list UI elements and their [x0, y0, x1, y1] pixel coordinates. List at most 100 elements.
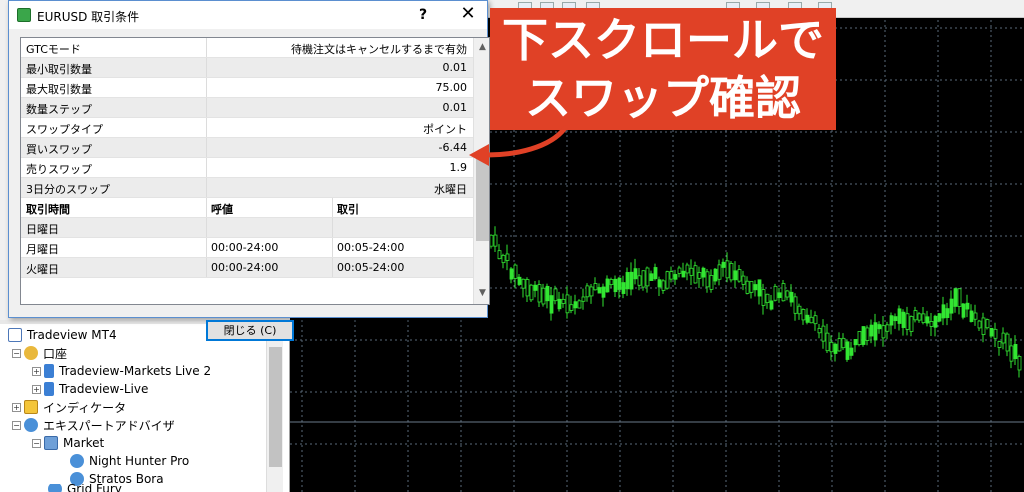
spec-list-scrollbar[interactable]: ▲ ▼	[473, 38, 489, 304]
navigator-scrollbar[interactable]: ▲	[266, 325, 283, 492]
nav-item-indicators[interactable]: + インディケータ	[12, 398, 126, 416]
candle-body	[561, 298, 566, 304]
candle-body	[841, 337, 846, 349]
candle-body	[633, 268, 638, 280]
candle-body	[865, 327, 870, 341]
arrow-shaft	[484, 125, 568, 158]
candle-body	[965, 302, 970, 310]
candle-body	[837, 338, 842, 352]
expand-icon[interactable]: +	[32, 384, 41, 394]
nav-item-label: 口座	[43, 346, 68, 361]
candle-body	[625, 272, 630, 290]
candle-body	[825, 332, 830, 352]
nav-item-ea-3[interactable]: Grid Fury	[48, 484, 122, 492]
scrollbar-thumb[interactable]	[269, 347, 282, 467]
candle-body	[721, 261, 726, 268]
candle-body	[1017, 356, 1022, 371]
spec-value: -6.44	[438, 141, 467, 154]
candle-body	[597, 287, 602, 294]
candle-body	[869, 324, 874, 337]
spec-label: 3日分のスワップ	[26, 183, 110, 196]
candle-body	[645, 267, 650, 287]
candle-body	[773, 285, 778, 301]
nav-item-label: Grid Fury	[67, 484, 122, 492]
candle-body	[749, 281, 754, 293]
callout-arrow	[469, 125, 568, 166]
nav-item-ea-1[interactable]: Night Hunter Pro	[70, 452, 189, 470]
candle-body	[813, 315, 818, 325]
candle-body	[981, 317, 986, 335]
close-button[interactable]: ✕	[453, 3, 483, 27]
market-icon	[44, 436, 58, 450]
candle-body	[629, 271, 634, 290]
candle-body	[541, 287, 546, 305]
candle-body	[553, 288, 558, 302]
indicator-icon	[24, 400, 38, 414]
collapse-icon[interactable]: −	[12, 348, 21, 358]
candle-body	[765, 293, 770, 304]
spec-row: 3日分のスワップ 水曜日	[21, 178, 473, 198]
candle-body	[649, 273, 654, 281]
candle-body	[673, 274, 678, 280]
spec-value: 0.01	[442, 101, 468, 114]
candle-body	[817, 327, 822, 334]
nav-item-accounts[interactable]: − 口座	[12, 344, 67, 362]
candle-body	[793, 296, 798, 314]
scroll-up-icon[interactable]: ▲	[477, 42, 488, 54]
candle-body	[941, 304, 946, 319]
candle-body	[949, 298, 954, 314]
candle-body	[937, 313, 942, 322]
collapse-icon[interactable]: −	[32, 438, 41, 448]
session-header: 取引時間	[26, 203, 70, 216]
candle-body	[849, 347, 854, 356]
candle-body	[969, 310, 974, 322]
nav-item-label: Tradeview-Markets Live 2	[59, 364, 212, 378]
nav-item-market[interactable]: − Market	[32, 434, 104, 452]
arrow-head-icon	[469, 144, 489, 166]
spec-value: ポイント	[423, 123, 467, 136]
nav-root-label: Tradeview MT4	[27, 328, 117, 342]
server-icon	[44, 382, 54, 396]
candle-body	[497, 250, 502, 260]
close-dialog-button[interactable]: 閉じる (C)	[206, 320, 294, 341]
dialog-titlebar[interactable]: EURUSD 取引条件 ? ✕	[9, 1, 487, 29]
session-quote: 00:00-24:00	[211, 241, 279, 254]
nav-root[interactable]: Tradeview MT4	[8, 326, 117, 344]
candle-body	[581, 296, 586, 302]
candle-body	[753, 284, 758, 291]
nav-item-experts[interactable]: − エキスパートアドバイザ	[12, 416, 175, 434]
candle-body	[557, 298, 562, 310]
candle-body	[929, 321, 934, 327]
candle-body	[585, 285, 590, 298]
candle-body	[549, 295, 554, 314]
candle-body	[745, 280, 750, 294]
spec-label: GTCモード	[26, 43, 81, 56]
candle-body	[1013, 344, 1018, 360]
session-row: 日曜日	[21, 218, 473, 238]
candle-body	[741, 275, 746, 285]
scroll-down-icon[interactable]: ▼	[477, 288, 488, 300]
candle-body	[489, 234, 494, 247]
candle-body	[565, 294, 570, 314]
nav-item-label: Night Hunter Pro	[89, 454, 190, 468]
candle-body	[961, 303, 966, 318]
expand-icon[interactable]: +	[32, 366, 41, 376]
expand-icon[interactable]: +	[12, 402, 21, 412]
nav-item-label: エキスパートアドバイザ	[43, 418, 175, 433]
nav-item-server-2[interactable]: + Tradeview-Live	[32, 380, 148, 398]
candle-body	[821, 325, 826, 342]
help-button[interactable]: ?	[409, 3, 437, 27]
candle-body	[953, 288, 958, 307]
dialog-title: EURUSD 取引条件	[37, 10, 140, 24]
collapse-icon[interactable]: −	[12, 420, 21, 430]
spec-value: 水曜日	[434, 183, 467, 196]
candle-body	[577, 300, 582, 309]
candle-body	[697, 272, 702, 279]
candle-body	[601, 286, 606, 298]
session-day: 火曜日	[26, 263, 59, 276]
session-row: 火曜日 00:00-24:00 00:05-24:00	[21, 258, 473, 278]
spec-value: 待機注文はキャンセルするまで有効	[291, 43, 467, 56]
contract-spec-list[interactable]: GTCモード 待機注文はキャンセルするまで有効 最小取引数量 0.01 最大取引…	[20, 37, 490, 305]
nav-item-server-1[interactable]: + Tradeview-Markets Live 2	[32, 362, 211, 380]
candle-body	[761, 289, 766, 306]
